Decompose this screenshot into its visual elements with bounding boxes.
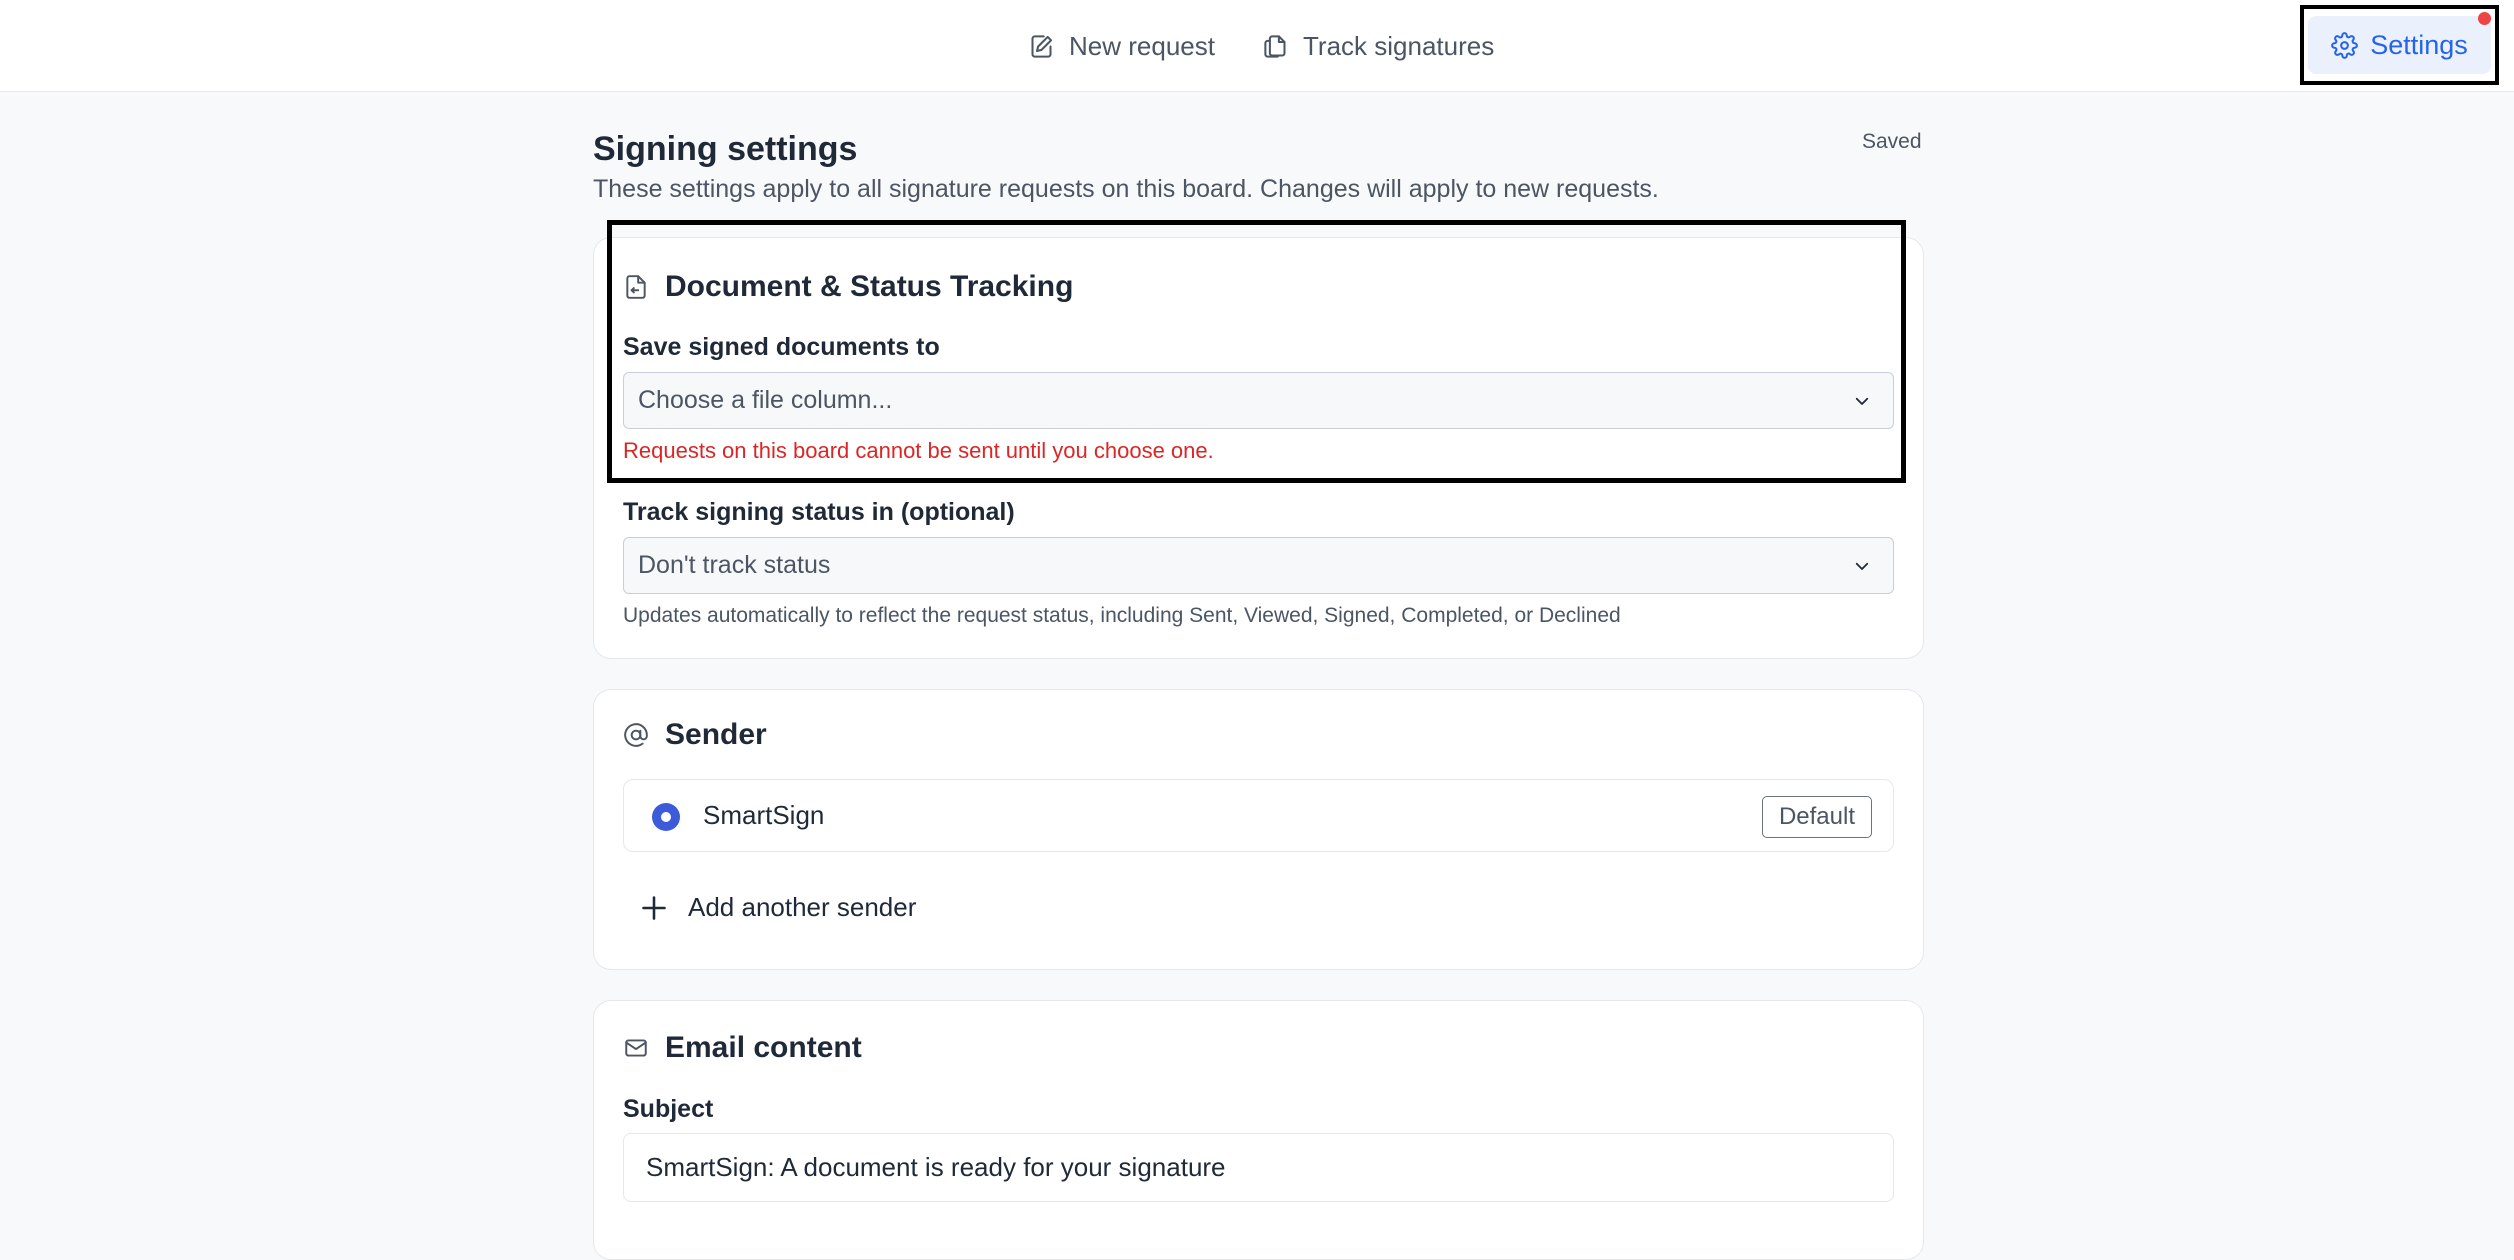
status-help-text: Updates automatically to reflect the req…: [623, 604, 1621, 627]
document-card-header: Document & Status Tracking: [623, 270, 1073, 304]
mail-icon: [625, 1039, 647, 1057]
document-card-title: Document & Status Tracking: [665, 270, 1074, 303]
document-status-card: Document & Status Tracking Save signed d…: [593, 237, 1924, 659]
new-request-label: New request: [1069, 30, 1215, 61]
track-signatures-link[interactable]: Track signatures: [1262, 26, 1494, 66]
save-documents-label: Save signed documents to: [623, 333, 940, 361]
copy-documents-icon: [1264, 34, 1286, 58]
file-column-select[interactable]: Choose a file column...: [623, 372, 1894, 429]
subject-label: Subject: [623, 1095, 714, 1123]
status-column-select[interactable]: Don't track status: [623, 537, 1894, 594]
file-icon: [626, 275, 646, 299]
sender-radio-selected[interactable]: [652, 803, 680, 831]
email-card-header: Email content: [623, 1031, 862, 1065]
sender-option-row[interactable]: SmartSign Default: [623, 779, 1894, 852]
email-card-title: Email content: [665, 1031, 862, 1064]
plus-icon: [642, 895, 666, 920]
sender-card: Sender SmartSign Default Add another sen…: [593, 689, 1924, 970]
sender-card-header: Sender: [623, 718, 767, 752]
file-column-error: Requests on this board cannot be sent un…: [623, 438, 1214, 463]
track-status-label: Track signing status in (optional): [623, 498, 1015, 526]
file-column-placeholder: Choose a file column...: [638, 386, 893, 414]
subject-input[interactable]: [623, 1133, 1894, 1202]
page-subtitle: These settings apply to all signature re…: [593, 175, 1659, 203]
save-status: Saved: [1862, 130, 1922, 153]
track-signatures-label: Track signatures: [1303, 30, 1495, 61]
add-sender-button[interactable]: Add another sender: [640, 892, 916, 923]
sender-card-title: Sender: [665, 718, 767, 751]
edit-document-icon: [1031, 34, 1053, 58]
default-badge: Default: [1761, 796, 1872, 838]
at-sign-icon: [624, 723, 648, 747]
settings-highlight-box: [2300, 5, 2499, 85]
email-content-card: Email content Subject: [593, 1000, 1924, 1260]
new-request-link[interactable]: New request: [1028, 26, 1215, 66]
add-sender-label: Add another sender: [688, 892, 917, 922]
chevron-down-icon: [1855, 397, 1869, 405]
status-column-value: Don't track status: [638, 551, 831, 579]
page-title: Signing settings: [593, 130, 858, 168]
sender-name: SmartSign: [703, 800, 825, 830]
chevron-down-icon: [1855, 562, 1869, 570]
top-navigation: New request Track signatures Settings: [0, 0, 2514, 92]
